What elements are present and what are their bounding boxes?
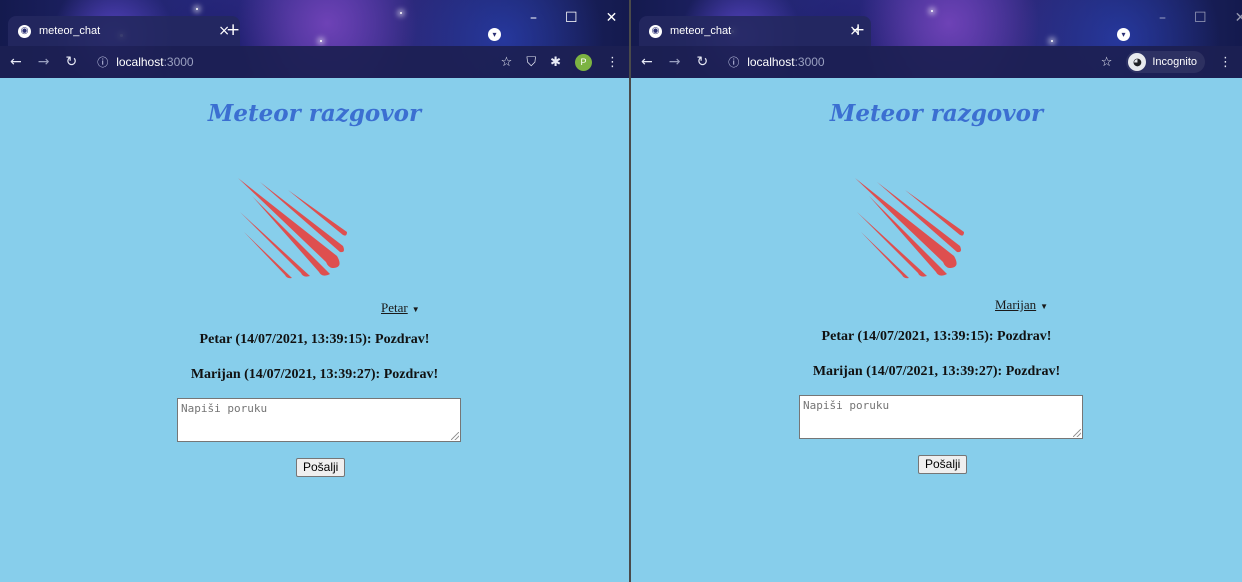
url-host: localhost: [747, 55, 795, 69]
browser-tab[interactable]: ◉ meteor_chat ×: [8, 16, 240, 46]
chat-message: Marijan (14/07/2021, 13:39:27): Pozdrav!: [812, 364, 1061, 379]
page-title: Meteor razgovor: [207, 100, 422, 127]
message-placeholder: Napiši poruku: [181, 402, 268, 415]
message-textarea[interactable]: Napiši poruku: [799, 395, 1083, 439]
dropdown-caret-icon: ▼: [411, 304, 420, 314]
message-textarea[interactable]: Napiši poruku: [177, 398, 461, 442]
tab-search-icon[interactable]: ▾: [1117, 28, 1130, 41]
dropdown-caret-icon: ▼: [1040, 301, 1049, 311]
tab-title: meteor_chat: [39, 25, 101, 37]
minimize-button[interactable]: –: [530, 10, 537, 26]
globe-icon: ◉: [18, 24, 31, 38]
tab-title: meteor_chat: [670, 25, 732, 37]
browser-toolbar: ← → ↻ ⓘ localhost:3000 ☆ ⛉ ✱ P ⋮: [0, 46, 629, 78]
extensions-puzzle-icon[interactable]: ✱: [550, 55, 561, 70]
incognito-icon: ◕: [1128, 53, 1147, 71]
current-user-label: Petar: [381, 300, 408, 315]
close-window-button[interactable]: ✕: [606, 10, 618, 26]
tab-search-icon[interactable]: ▾: [488, 28, 501, 41]
url-port: :3000: [163, 55, 194, 69]
maximize-button[interactable]: ☐: [565, 10, 578, 26]
user-select-dropdown[interactable]: Petar ▼: [381, 300, 420, 316]
close-window-button[interactable]: ✕: [1235, 10, 1242, 26]
reload-icon[interactable]: ↻: [696, 54, 708, 70]
resize-grip-icon[interactable]: [451, 432, 459, 440]
browser-tab[interactable]: ◉ meteor_chat ×: [639, 16, 871, 46]
minimize-button[interactable]: –: [1159, 10, 1166, 26]
meteor-logo: [855, 178, 964, 279]
back-icon[interactable]: ←: [641, 54, 653, 70]
browser-chrome: ◉ meteor_chat × + ▾ – ☐ ✕ ← → ↻ ⓘ localh…: [0, 0, 629, 78]
extension-shield-icon[interactable]: ⛉: [526, 55, 536, 70]
page-content: Meteor razgovor Petar ▼ Petar (14/07/2021…: [0, 78, 629, 582]
site-info-icon[interactable]: ⓘ: [97, 54, 108, 70]
window-controls: – ☐ ✕: [530, 10, 617, 26]
window-controls: – ☐ ✕: [1159, 10, 1242, 26]
forward-icon[interactable]: →: [669, 54, 681, 70]
reload-icon[interactable]: ↻: [65, 54, 77, 70]
message-placeholder: Napiši poruku: [803, 399, 890, 412]
browser-toolbar: ← → ↻ ⓘ localhost:3000 ☆ ◕ Incognito ⋮: [631, 46, 1242, 78]
url-port: :3000: [794, 55, 825, 69]
browser-window-left: ◉ meteor_chat × + ▾ – ☐ ✕ ← → ↻ ⓘ localh…: [0, 0, 629, 582]
page-content: Meteor razgovor Marijan ▼ Petar (14/07/20…: [631, 78, 1242, 582]
send-button[interactable]: Pošalji: [296, 458, 346, 477]
send-button[interactable]: Pošalji: [918, 455, 968, 474]
chat-message: Marijan (14/07/2021, 13:39:27): Pozdrav!: [190, 367, 439, 382]
maximize-button[interactable]: ☐: [1194, 10, 1207, 26]
current-user-label: Marijan: [995, 297, 1037, 312]
new-tab-button[interactable]: +: [851, 20, 865, 40]
resize-grip-icon[interactable]: [1073, 429, 1081, 437]
page-title: Meteor razgovor: [829, 100, 1044, 127]
address-bar[interactable]: ⓘ localhost:3000: [97, 54, 486, 70]
forward-icon[interactable]: →: [38, 54, 50, 70]
bookmark-star-icon[interactable]: ☆: [1101, 55, 1113, 70]
new-tab-button[interactable]: +: [226, 20, 240, 40]
user-select-dropdown[interactable]: Marijan ▼: [995, 297, 1048, 313]
globe-icon: ◉: [649, 24, 662, 38]
chat-message: Petar (14/07/2021, 13:39:15): Pozdrav!: [821, 329, 1052, 344]
incognito-badge[interactable]: ◕ Incognito: [1126, 51, 1205, 73]
profile-avatar[interactable]: P: [575, 53, 592, 71]
address-bar[interactable]: ⓘ localhost:3000: [728, 54, 1086, 70]
back-icon[interactable]: ←: [10, 54, 22, 70]
site-info-icon[interactable]: ⓘ: [728, 54, 739, 70]
url-host: localhost: [116, 55, 164, 69]
browser-window-right: ◉ meteor_chat × + ▾ – ☐ ✕ ← → ↻ ⓘ localh…: [631, 0, 1242, 582]
menu-kebab-icon[interactable]: ⋮: [606, 55, 619, 70]
meteor-logo: [238, 178, 347, 279]
bookmark-star-icon[interactable]: ☆: [501, 55, 513, 70]
menu-kebab-icon[interactable]: ⋮: [1219, 55, 1232, 70]
browser-chrome: ◉ meteor_chat × + ▾ – ☐ ✕ ← → ↻ ⓘ localh…: [631, 0, 1242, 78]
incognito-label: Incognito: [1152, 56, 1197, 68]
chat-message: Petar (14/07/2021, 13:39:15): Pozdrav!: [199, 332, 430, 347]
